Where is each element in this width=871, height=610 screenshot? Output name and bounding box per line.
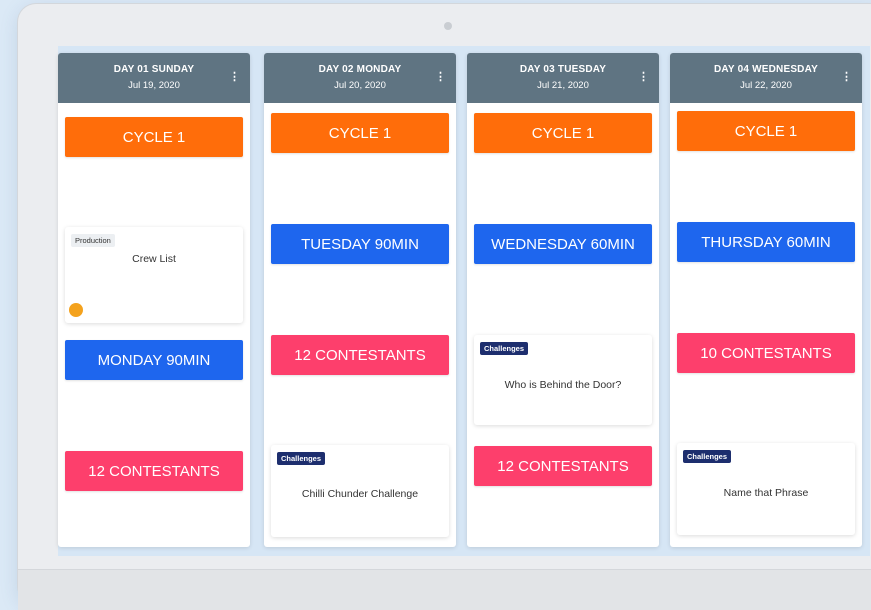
day-label: DAY 03 TUESDAY — [519, 64, 607, 75]
day-label: DAY 04 WEDNESDAY — [714, 64, 818, 75]
camera-icon — [444, 22, 452, 30]
day-column-header: DAY 02 MONDAY Jul 20, 2020 ⋮ — [264, 53, 456, 103]
cycle-tile[interactable]: CYCLE 1 — [65, 117, 243, 157]
day-column-header: DAY 01 SUNDAY Jul 19, 2020 ⋮ — [58, 53, 250, 103]
session-tile[interactable]: TUESDAY 90MIN — [271, 224, 449, 264]
category-tag: Challenges — [480, 342, 529, 355]
card-title: Who is Behind the Door? — [504, 379, 622, 391]
cycle-tile[interactable]: CYCLE 1 — [271, 113, 449, 153]
session-tile[interactable]: WEDNESDAY 60MIN — [474, 224, 652, 264]
task-card[interactable]: Production Crew List — [65, 227, 243, 323]
laptop-frame: DAY 01 SUNDAY Jul 19, 2020 ⋮ CYCLE 1 Pro… — [18, 4, 871, 610]
day-label: DAY 02 MONDAY — [318, 64, 402, 75]
day-column-header: DAY 03 TUESDAY Jul 21, 2020 ⋮ — [467, 53, 659, 103]
contestants-tile[interactable]: 12 CONTESTANTS — [271, 335, 449, 375]
cycle-tile[interactable]: CYCLE 1 — [474, 113, 652, 153]
contestants-tile[interactable]: 10 CONTESTANTS — [677, 333, 855, 373]
kebab-menu-icon[interactable]: ⋮ — [229, 72, 240, 83]
card-title: Name that Phrase — [723, 487, 809, 499]
day-date: Jul 19, 2020 — [128, 80, 180, 91]
day-column-2: DAY 02 MONDAY Jul 20, 2020 ⋮ CYCLE 1 TUE… — [264, 53, 456, 547]
card-title: Chilli Chunder Challenge — [301, 488, 419, 500]
category-tag: Challenges — [683, 450, 732, 463]
day-date: Jul 22, 2020 — [740, 80, 792, 91]
laptop-bezel — [18, 569, 871, 610]
contestants-tile[interactable]: 12 CONTESTANTS — [474, 446, 652, 486]
schedule-board: DAY 01 SUNDAY Jul 19, 2020 ⋮ CYCLE 1 Pro… — [58, 46, 870, 556]
kebab-menu-icon[interactable]: ⋮ — [841, 72, 852, 83]
session-tile[interactable]: MONDAY 90MIN — [65, 340, 243, 380]
day-label: DAY 01 SUNDAY — [113, 64, 195, 75]
day-column-4: DAY 04 WEDNESDAY Jul 22, 2020 ⋮ CYCLE 1 … — [670, 53, 862, 547]
session-tile[interactable]: THURSDAY 60MIN — [677, 222, 855, 262]
day-date: Jul 20, 2020 — [334, 80, 386, 91]
day-column-header: DAY 04 WEDNESDAY Jul 22, 2020 ⋮ — [670, 53, 862, 103]
category-tag: Challenges — [277, 452, 326, 465]
card-title: Crew List — [132, 253, 176, 265]
kebab-menu-icon[interactable]: ⋮ — [435, 72, 446, 83]
day-column-1: DAY 01 SUNDAY Jul 19, 2020 ⋮ CYCLE 1 Pro… — [58, 53, 250, 547]
cycle-tile[interactable]: CYCLE 1 — [677, 111, 855, 151]
task-card[interactable]: Challenges Who is Behind the Door? — [474, 335, 652, 425]
task-card[interactable]: Challenges Chilli Chunder Challenge — [271, 445, 449, 537]
day-column-3: DAY 03 TUESDAY Jul 21, 2020 ⋮ CYCLE 1 WE… — [467, 53, 659, 547]
task-card[interactable]: Challenges Name that Phrase — [677, 443, 855, 535]
contestants-tile[interactable]: 12 CONTESTANTS — [65, 451, 243, 491]
status-dot-icon — [69, 303, 83, 317]
kebab-menu-icon[interactable]: ⋮ — [638, 72, 649, 83]
category-tag: Production — [71, 234, 115, 247]
day-date: Jul 21, 2020 — [537, 80, 589, 91]
